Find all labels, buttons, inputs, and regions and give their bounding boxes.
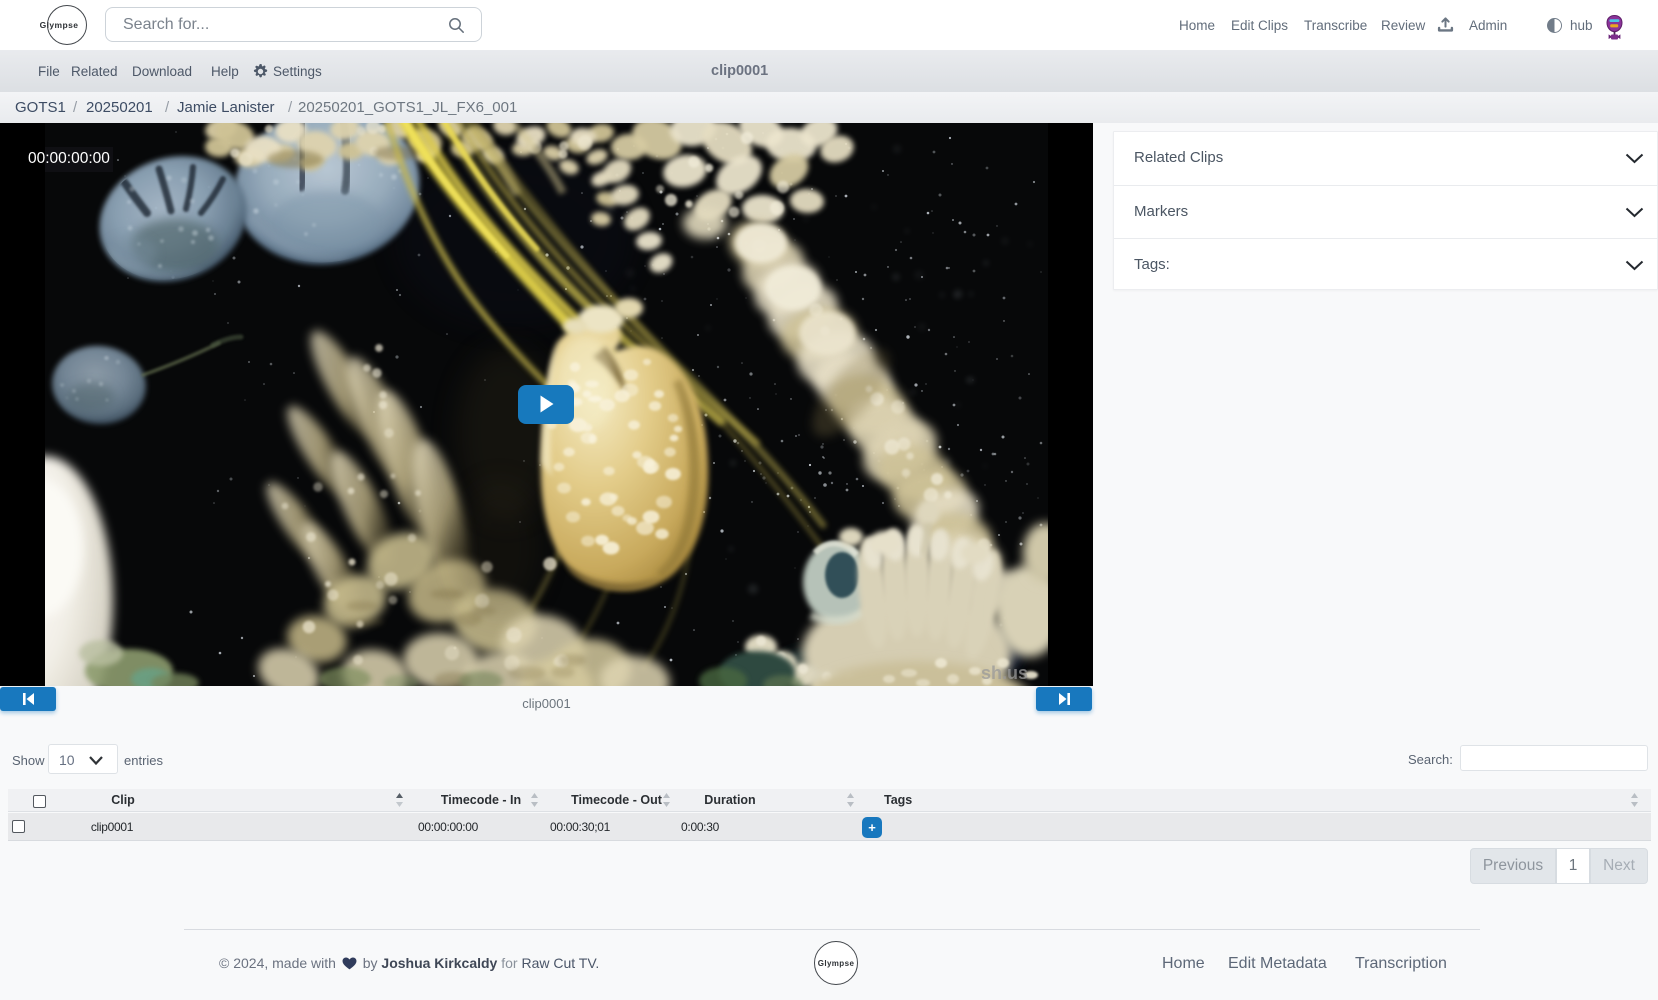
svg-text:sh.us: sh.us	[981, 663, 1028, 683]
